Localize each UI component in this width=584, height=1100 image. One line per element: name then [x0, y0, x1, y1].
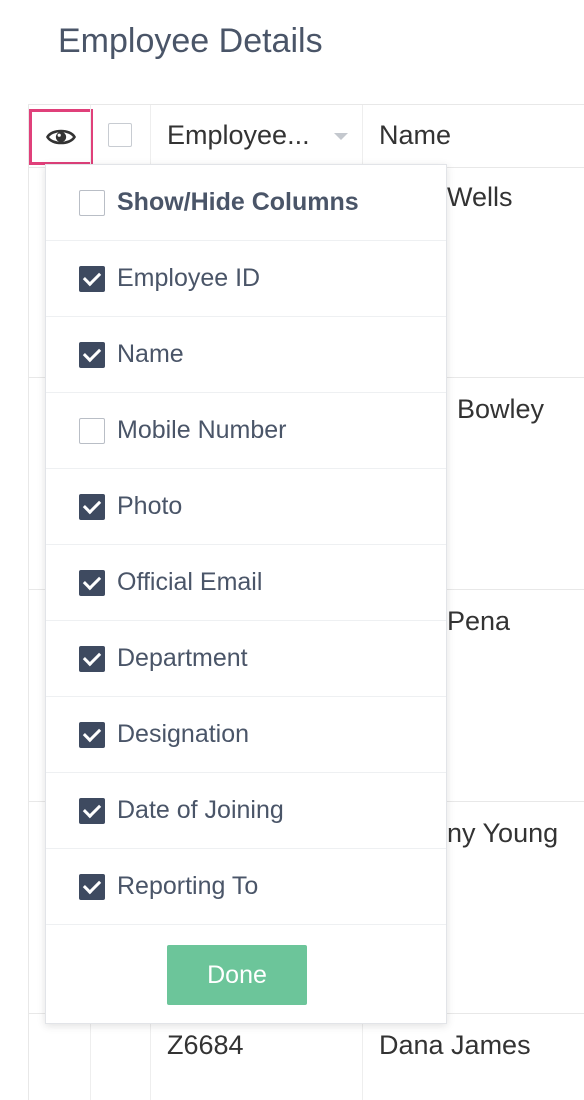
option-label: Show/Hide Columns [117, 188, 359, 216]
table-header: Employee... Name [29, 104, 584, 168]
column-option-official-email[interactable]: Official Email [46, 545, 446, 621]
column-option-designation[interactable]: Designation [46, 697, 446, 773]
checkbox[interactable] [79, 342, 105, 368]
checkbox[interactable] [79, 874, 105, 900]
column-divider [150, 105, 151, 167]
option-label: Designation [117, 720, 250, 748]
column-option-department[interactable]: Department [46, 621, 446, 697]
checkbox[interactable] [79, 646, 105, 672]
column-option-date-of-joining[interactable]: Date of Joining [46, 773, 446, 849]
table-cell-name: Pena [447, 606, 511, 636]
checkbox[interactable] [79, 190, 105, 216]
option-label: Department [117, 644, 248, 672]
column-option-mobile-number[interactable]: Mobile Number [46, 393, 446, 469]
checkbox[interactable] [79, 494, 105, 520]
table-cell-name: ny Young [447, 818, 559, 848]
show-hide-all-option[interactable]: Show/Hide Columns [46, 165, 446, 241]
column-option-employee-id[interactable]: Employee ID [46, 241, 446, 317]
column-visibility-toggle[interactable] [29, 109, 93, 165]
option-label: Name [117, 340, 184, 368]
column-option-reporting-to[interactable]: Reporting To [46, 849, 446, 925]
column-divider [362, 105, 363, 167]
checkbox[interactable] [79, 570, 105, 596]
option-label: Photo [117, 492, 183, 520]
employee-details-page: Employee Details Employee... Name Wells … [0, 0, 584, 1100]
select-all-checkbox[interactable] [108, 123, 132, 147]
page-title: Employee Details [58, 22, 323, 60]
checkbox[interactable] [79, 266, 105, 292]
option-label: Employee ID [117, 264, 261, 292]
column-option-photo[interactable]: Photo [46, 469, 446, 545]
checkbox[interactable] [79, 418, 105, 444]
table-cell-name: Dana James [379, 1030, 531, 1060]
checkbox[interactable] [79, 722, 105, 748]
column-header-employee-id[interactable]: Employee... [167, 120, 310, 151]
table-cell-name: Wells [447, 182, 513, 212]
table-cell-employee-id: Z6684 [167, 1030, 244, 1060]
checkbox[interactable] [79, 798, 105, 824]
column-header-name[interactable]: Name [379, 120, 451, 151]
option-label: Reporting To [117, 872, 259, 900]
option-label: Official Email [117, 568, 263, 596]
caret-down-icon[interactable] [334, 133, 348, 140]
column-option-name[interactable]: Name [46, 317, 446, 393]
option-label: Date of Joining [117, 796, 284, 824]
eye-icon [46, 126, 76, 148]
option-label: Mobile Number [117, 416, 287, 444]
column-picker-dropdown: Show/Hide Columns Employee ID Name Mobil… [45, 164, 447, 1024]
table-cell-name: Bowley [457, 394, 545, 424]
done-button[interactable]: Done [167, 945, 307, 1005]
column-divider [90, 105, 91, 167]
